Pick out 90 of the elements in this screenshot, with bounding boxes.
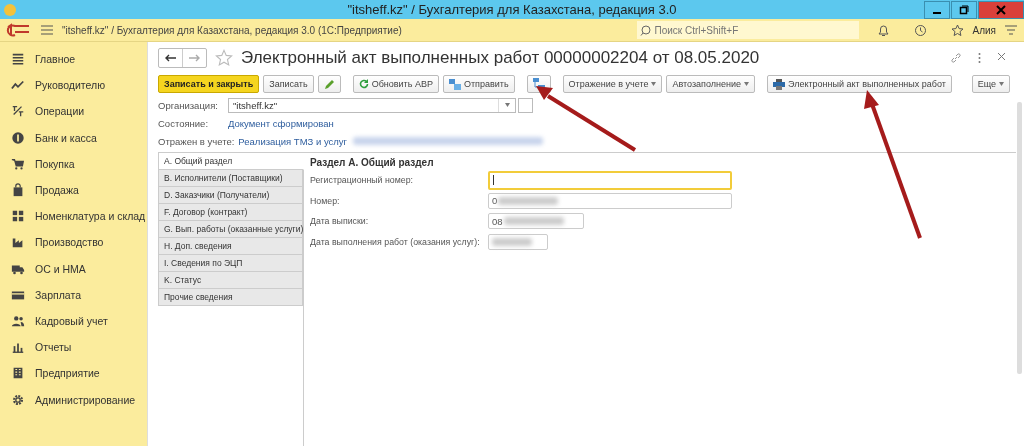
bag-icon bbox=[11, 183, 25, 198]
coin-icon bbox=[11, 130, 25, 145]
sidebar-item[interactable]: Руководителю bbox=[35, 79, 106, 92]
caret-icon bbox=[651, 82, 657, 86]
sidebar-item[interactable]: Покупка bbox=[35, 157, 75, 170]
section-tab[interactable]: F. Договор (контракт) bbox=[158, 204, 303, 221]
forward-arrow-icon bbox=[189, 54, 200, 62]
document-title: Электронный акт выполненных работ 00000002204 от 08.05.2020 bbox=[241, 48, 761, 68]
refresh-icon bbox=[358, 79, 369, 89]
sidebar-item[interactable]: Зарплата bbox=[35, 288, 81, 301]
scrollbar[interactable] bbox=[1017, 102, 1022, 374]
sidebar-item[interactable]: Банк и касса bbox=[35, 131, 97, 144]
send-button[interactable]: Отправить bbox=[442, 75, 515, 93]
input-field[interactable]: 0 bbox=[488, 192, 732, 209]
input-field[interactable]: 08 bbox=[488, 213, 584, 230]
pencil-icon bbox=[323, 78, 335, 90]
refresh-button[interactable]: Обновить АВР bbox=[352, 75, 439, 93]
save-button[interactable]: Записать bbox=[263, 75, 314, 93]
section-tab[interactable]: G. Вып. работы (оказанные услуги) bbox=[158, 221, 303, 238]
sidebar-item[interactable]: Отчеты bbox=[35, 341, 72, 354]
section-title: Раздел А. Общий раздел bbox=[310, 157, 435, 168]
dropdown-button[interactable]: Автозаполнение bbox=[666, 75, 755, 93]
more-icon[interactable] bbox=[978, 52, 981, 64]
sidebar-item[interactable]: Номенклатура и склад bbox=[35, 210, 146, 223]
list-icon bbox=[11, 52, 25, 67]
minimize-icon bbox=[933, 11, 941, 14]
restore-button[interactable] bbox=[951, 0, 977, 19]
print-button[interactable]: Электронный акт выполненных работ bbox=[767, 75, 952, 93]
edit-button[interactable] bbox=[317, 75, 341, 93]
field-label: Номер: bbox=[310, 195, 341, 206]
close-icon[interactable] bbox=[997, 52, 1006, 61]
link-icon[interactable] bbox=[950, 52, 962, 64]
section-tab[interactable]: A. Общий раздел bbox=[158, 153, 304, 170]
section-tab[interactable]: D. Заказчики (Получатели) bbox=[158, 187, 303, 204]
close-icon bbox=[996, 4, 1006, 15]
star-icon[interactable] bbox=[215, 49, 233, 67]
section-tab[interactable]: Прочие сведения bbox=[158, 289, 303, 306]
caret-icon bbox=[744, 82, 749, 86]
search-icon bbox=[640, 24, 652, 36]
menu-icon[interactable] bbox=[40, 24, 54, 36]
printer-icon bbox=[773, 78, 785, 90]
organization-field[interactable]: "itsheff.kz" bbox=[228, 97, 516, 113]
dropdown-button[interactable]: Отражение в учете bbox=[562, 75, 663, 93]
sidebar-item[interactable]: ОС и НМА bbox=[35, 262, 86, 275]
sidebar-item[interactable]: Продажа bbox=[35, 184, 79, 197]
user-name[interactable]: Алия bbox=[972, 24, 996, 36]
section-tab[interactable]: H. Доп. сведения bbox=[158, 238, 303, 255]
more-button[interactable]: Еще bbox=[971, 75, 1010, 93]
field-label: Состояние: bbox=[158, 117, 210, 129]
history-icon[interactable] bbox=[914, 23, 928, 37]
document-link[interactable]: Реализация ТМЗ и услуг bbox=[238, 135, 348, 147]
minimize-button[interactable] bbox=[924, 0, 950, 19]
sidebar-item[interactable]: Кадровый учет bbox=[35, 314, 108, 327]
field-label: Дата выписки: bbox=[310, 216, 370, 227]
settings-icon bbox=[11, 392, 25, 407]
menu-icon[interactable] bbox=[1004, 24, 1018, 36]
sidebar-item[interactable]: Предприятие bbox=[35, 367, 100, 380]
building-icon bbox=[11, 366, 25, 381]
close-button[interactable] bbox=[978, 0, 1024, 19]
section-tab[interactable]: B. Исполнители (Поставщики) bbox=[158, 170, 303, 187]
cart-icon bbox=[11, 156, 25, 171]
caret-icon bbox=[999, 82, 1004, 86]
restore-icon bbox=[959, 4, 969, 15]
caret-icon bbox=[504, 103, 510, 107]
send-icon bbox=[448, 78, 461, 90]
ledger-icon bbox=[11, 104, 25, 119]
logo-icon bbox=[6, 23, 32, 37]
field-label: Отражен в учете: bbox=[158, 135, 235, 147]
field-label: Дата выполнения работ (оказания услуг): bbox=[310, 236, 481, 247]
app-icon bbox=[4, 3, 16, 16]
section-tab[interactable]: K. Статус bbox=[158, 272, 303, 289]
search-field[interactable]: Поиск Ctrl+Shift+F bbox=[637, 21, 860, 39]
field-label: Регистрационный номер: bbox=[310, 175, 414, 186]
people-icon bbox=[11, 313, 25, 328]
grid-icon bbox=[11, 209, 25, 224]
star-icon[interactable] bbox=[951, 23, 965, 37]
sidebar-item[interactable]: Операции bbox=[35, 105, 85, 118]
save-and-close-button[interactable]: Записать и закрыть bbox=[158, 75, 260, 93]
window-title: "itsheff.kz" / Бухгалтерия для Казахстана, редакция 3.0 bbox=[347, 2, 677, 17]
app-title: "itsheff.kz" / Бухгалтерия для Казахстана, редакция 3.0 (1С:Предприятие) bbox=[62, 24, 403, 36]
sidebar-item[interactable]: Администрирование bbox=[35, 393, 136, 406]
input-field[interactable] bbox=[488, 233, 548, 250]
sidebar-item[interactable]: Главное bbox=[35, 53, 76, 66]
back-arrow-icon bbox=[165, 54, 176, 62]
section-tab[interactable]: I. Сведения по ЭЦП bbox=[158, 255, 303, 272]
sidebar-item[interactable]: Производство bbox=[35, 236, 104, 249]
input-field[interactable] bbox=[488, 170, 732, 190]
status-link[interactable]: Документ сформирован bbox=[228, 117, 334, 129]
field-label: Организация: bbox=[158, 99, 219, 111]
bell-icon[interactable] bbox=[877, 23, 891, 37]
